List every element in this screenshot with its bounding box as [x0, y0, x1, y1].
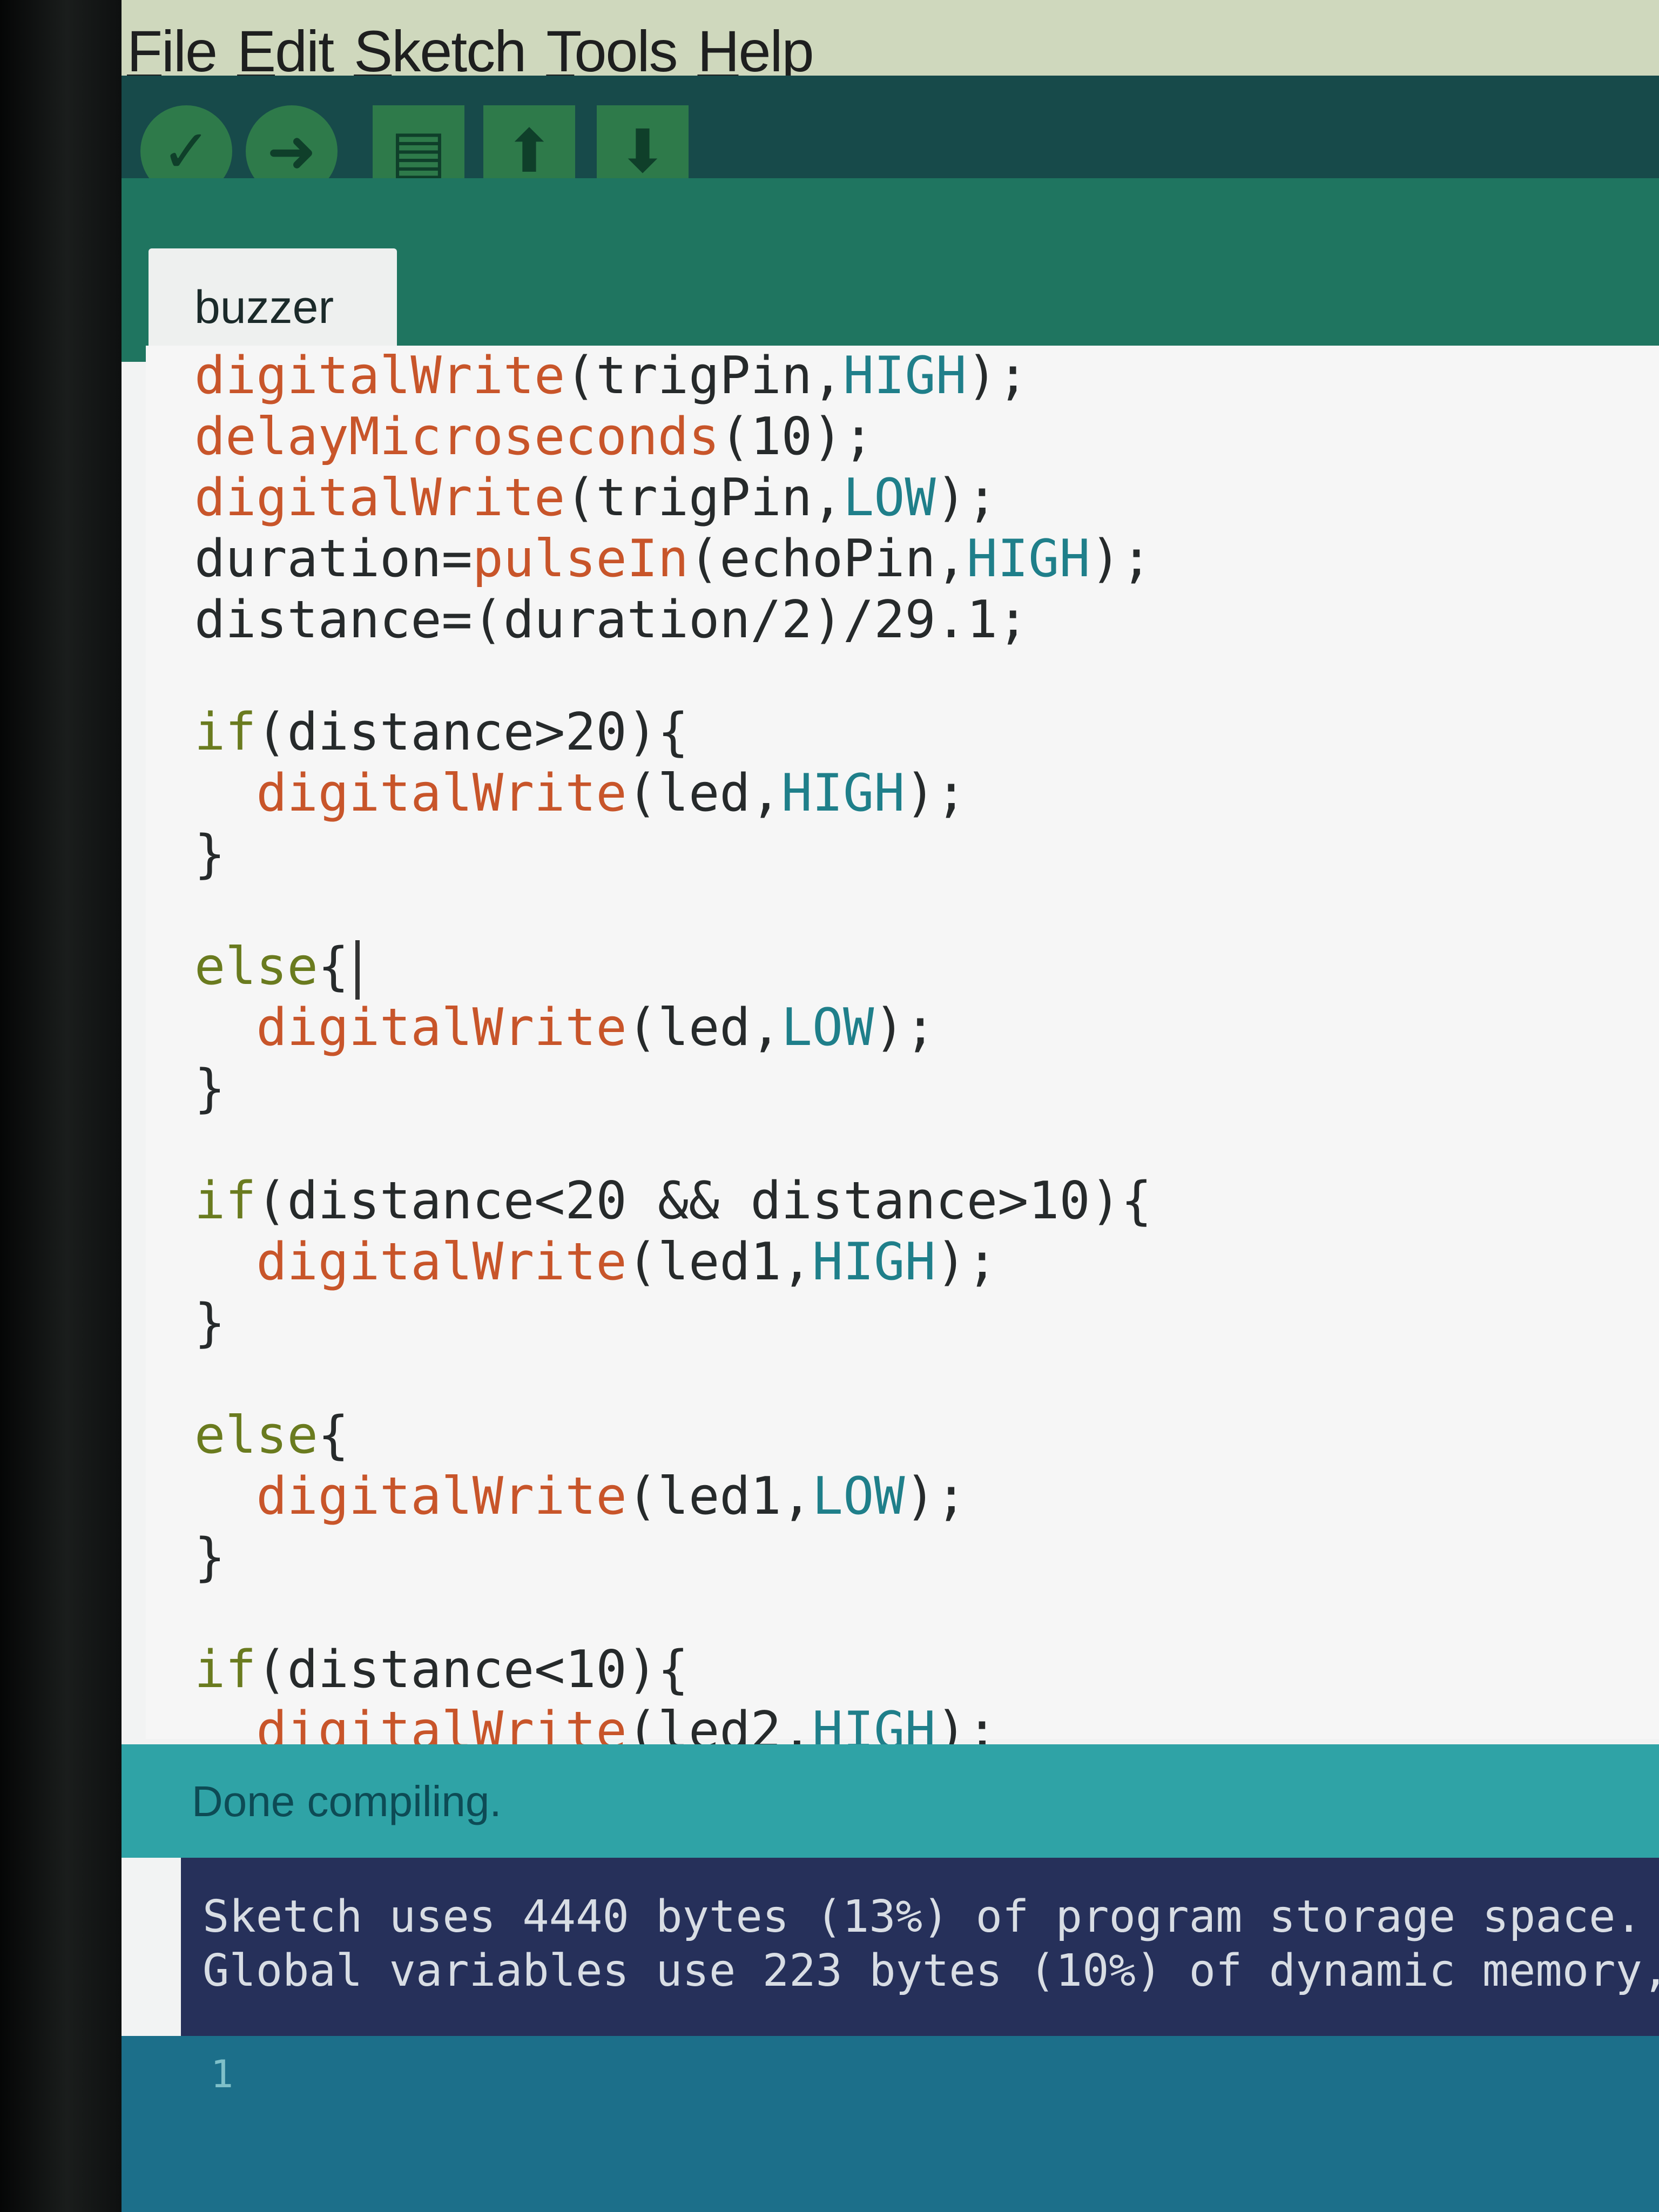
console-output: Sketch uses 4440 bytes (13%) of program … — [181, 1858, 1659, 2036]
checkmark-icon: ✓ — [161, 117, 212, 186]
status-message: Done compiling. — [192, 1777, 502, 1825]
footer-bar: 1 — [122, 2036, 1659, 2212]
code-line: else{ — [194, 1405, 1659, 1466]
arrow-up-icon: ⬆ — [504, 117, 555, 186]
code-line: if(distance<10){ — [194, 1640, 1659, 1701]
code-token: ); — [874, 998, 936, 1057]
code-token: else — [194, 1406, 318, 1465]
code-token: { — [318, 1406, 349, 1465]
status-bar: Done compiling. — [122, 1744, 1659, 1858]
code-token: } — [194, 825, 226, 884]
code-token: (led1, — [626, 1467, 812, 1526]
code-line: digitalWrite(led1,LOW); — [194, 1466, 1659, 1527]
code-line: digitalWrite(led1,HIGH); — [194, 1232, 1659, 1293]
code-token: digitalWrite — [194, 346, 565, 406]
code-token: (distance<20 && distance>10){ — [256, 1171, 1152, 1231]
arduino-ide-window: File Edit Sketch Tools Help ✓ ➜ ▤ ⬆ ⬇ bu… — [122, 0, 1659, 2212]
code-token: (trigPin, — [565, 346, 844, 406]
code-token: distance=(duration/2)/29.1; — [194, 590, 1029, 650]
code-token: if — [194, 1171, 257, 1231]
code-token: HIGH — [781, 764, 905, 823]
code-token: (led, — [626, 998, 781, 1057]
code-token: (10); — [719, 407, 874, 467]
code-token: ); — [905, 1467, 967, 1526]
code-token: ); — [1090, 529, 1152, 589]
code-token: if — [194, 703, 257, 762]
code-token: } — [194, 1528, 226, 1587]
code-token: HIGH — [966, 529, 1090, 589]
code-token: ); — [935, 468, 998, 528]
arrow-right-icon: ➜ — [266, 117, 317, 186]
code-token: duration= — [194, 529, 473, 589]
code-token: (led, — [626, 764, 781, 823]
code-token: (trigPin, — [565, 468, 844, 528]
code-line: digitalWrite(trigPin,LOW); — [194, 468, 1659, 529]
code-line: delayMicroseconds(10); — [194, 407, 1659, 468]
document-icon: ▤ — [390, 117, 447, 186]
code-token: { — [318, 937, 349, 996]
code-token: (distance<10){ — [256, 1640, 689, 1700]
code-token: (echoPin, — [689, 529, 967, 589]
code-token: digitalWrite — [194, 764, 627, 823]
code-line: else{ — [194, 936, 1659, 1000]
code-token: (led1, — [626, 1232, 812, 1292]
code-line: if(distance<20 && distance>10){ — [194, 1171, 1659, 1232]
code-token: delayMicroseconds — [194, 407, 720, 467]
code-token: digitalWrite — [194, 1467, 627, 1526]
code-token: (distance>20){ — [256, 703, 689, 762]
code-token: digitalWrite — [194, 468, 565, 528]
tab-buzzer[interactable]: buzzer — [149, 248, 397, 362]
code-token: else — [194, 937, 318, 996]
code-line: if(distance>20){ — [194, 702, 1659, 763]
code-line: } — [194, 1527, 1659, 1588]
code-token: digitalWrite — [194, 1232, 627, 1292]
code-line: digitalWrite(trigPin,HIGH); — [194, 346, 1659, 407]
code-token: HIGH — [843, 346, 967, 406]
arrow-down-icon: ⬇ — [617, 117, 668, 186]
text-cursor — [355, 940, 360, 1000]
code-editor[interactable]: digitalWrite(trigPin,HIGH); delayMicrosec… — [146, 346, 1659, 1822]
code-token: ); — [905, 764, 967, 823]
code-token: ); — [935, 1232, 998, 1292]
monitor-bezel — [0, 0, 122, 2212]
code-line: } — [194, 1058, 1659, 1120]
code-line: digitalWrite(led,HIGH); — [194, 763, 1659, 824]
code-token: digitalWrite — [194, 998, 627, 1057]
code-line: duration=pulseIn(echoPin,HIGH); — [194, 529, 1659, 590]
tab-bar: buzzer — [122, 178, 1659, 362]
code-token: pulseIn — [472, 529, 689, 589]
code-token: ); — [966, 346, 1029, 406]
code-token: } — [194, 1059, 226, 1118]
code-token: if — [194, 1640, 257, 1700]
line-number: 1 — [211, 2052, 234, 2096]
code-line: distance=(duration/2)/29.1; — [194, 590, 1659, 651]
code-line: } — [194, 1293, 1659, 1354]
console-line: Global variables use 223 bytes (10%) of … — [203, 1945, 1659, 1997]
code-line: digitalWrite(led,LOW); — [194, 997, 1659, 1058]
code-line: } — [194, 824, 1659, 885]
code-token: } — [194, 1293, 226, 1353]
code-token: LOW — [812, 1467, 905, 1526]
console-line: Sketch uses 4440 bytes (13%) of program … — [203, 1891, 1642, 1943]
code-token: HIGH — [812, 1232, 936, 1292]
code-token: LOW — [843, 468, 936, 528]
code-token: LOW — [781, 998, 874, 1057]
